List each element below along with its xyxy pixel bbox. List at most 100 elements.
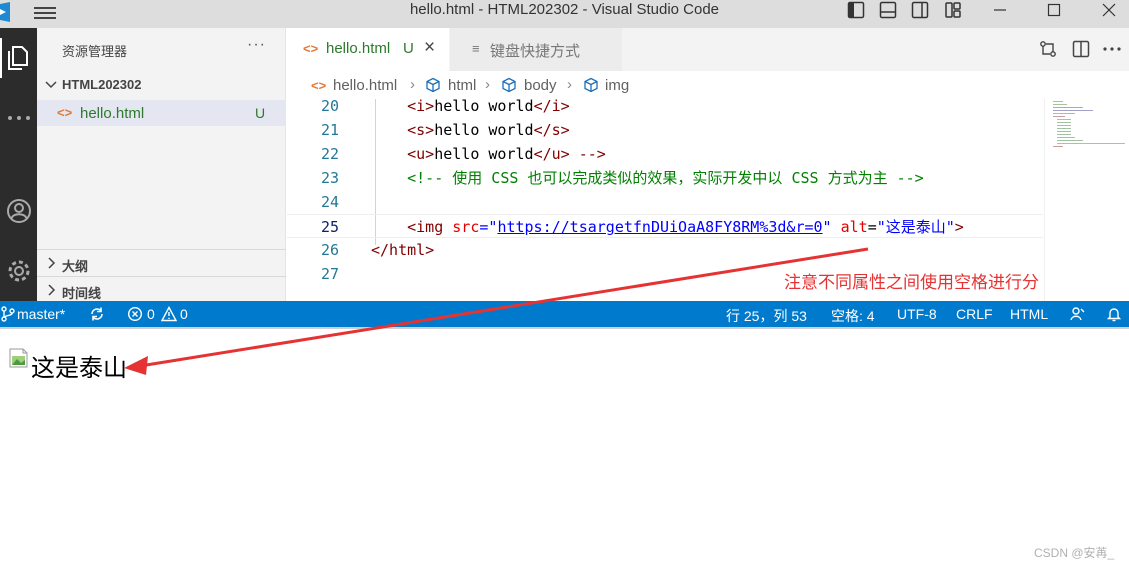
image-alt-text: 这是泰山 [31, 354, 127, 382]
toggle-panel-icon[interactable] [877, 0, 899, 20]
symbol-element-icon [426, 77, 440, 93]
error-count[interactable]: 0 [147, 306, 155, 322]
indentation[interactable]: 空格: 4 [831, 306, 875, 326]
symbol-element-icon [584, 77, 598, 93]
line-number: 21 [320, 121, 339, 139]
code-token-val: =" [479, 218, 498, 236]
chevron-right-icon [48, 284, 56, 296]
more-actions-icon[interactable] [1102, 39, 1122, 59]
code-token-text: hello world [434, 99, 534, 115]
breadcrumb-body[interactable]: body [524, 77, 557, 94]
symbol-element-icon [502, 77, 516, 93]
code-line[interactable]: 20 <i>hello world</i> [287, 99, 1043, 118]
error-icon [127, 306, 143, 322]
sync-icon[interactable] [89, 306, 105, 322]
code-token-text: hello world [434, 121, 534, 139]
tab-label: 键盘快捷方式 [490, 43, 581, 60]
breadcrumb-file[interactable]: hello.html [333, 77, 397, 94]
code-line[interactable]: 25 <img src="https://tsargetfnDUiOaA8FY8… [287, 214, 1043, 238]
close-tab-icon[interactable]: × [424, 37, 435, 59]
tab-label: hello.html [326, 40, 391, 57]
code-token-val: "这是泰山" [876, 218, 955, 236]
explorer-title: 资源管理器 [62, 44, 128, 59]
line-number: 23 [320, 169, 339, 187]
code-token-tag: </u> --> [533, 145, 606, 163]
code-token-attr: src [452, 218, 480, 236]
html-file-icon: <> [303, 41, 319, 56]
chevron-down-icon [45, 81, 57, 89]
section-outline[interactable]: 大纲 [37, 249, 286, 275]
line-number: 26 [320, 241, 339, 259]
close-window-icon[interactable] [1089, 0, 1129, 20]
toggle-secondary-sidebar-icon[interactable] [909, 0, 931, 20]
open-changes-icon[interactable] [1038, 39, 1058, 59]
warning-icon [161, 306, 177, 322]
toggle-primary-sidebar-icon[interactable] [845, 0, 867, 20]
explorer-header: 资源管理器 ··· [37, 28, 286, 70]
feedback-icon[interactable] [1069, 306, 1085, 322]
explorer-icon[interactable] [0, 38, 37, 78]
breadcrumb: <> hello.html › html › body › img [287, 71, 1129, 99]
breadcrumb-html[interactable]: html [448, 77, 476, 94]
code-token-link[interactable]: https://tsargetfnDUiOaA8FY8RM%3d&r=0 [497, 218, 822, 236]
code-token-attr: alt [840, 218, 868, 236]
keyboard-shortcuts-icon: ≡ [472, 41, 480, 56]
chevron-right-icon [48, 257, 56, 269]
code-text: <u>hello world</u> --> [371, 142, 606, 166]
code-token-text: hello world [434, 145, 534, 163]
line-number: 27 [320, 265, 339, 283]
minimize-icon[interactable] [980, 0, 1020, 20]
line-number: 24 [320, 193, 339, 211]
code-line[interactable]: 26 </html> [287, 238, 1043, 262]
code-token-tag: <img [407, 218, 453, 236]
code-line[interactable]: 23 <!-- 使用 CSS 也可以完成类似的效果，实际开发中以 CSS 方式为… [287, 166, 1043, 190]
section-outline-label: 大纲 [62, 259, 89, 274]
more-views-icon[interactable] [0, 98, 37, 138]
code-token-val: " [822, 218, 841, 236]
line-number: 22 [320, 145, 339, 163]
breadcrumb-separator-icon: › [485, 76, 490, 93]
code-token-punct: = [867, 218, 877, 236]
accounts-icon[interactable] [0, 191, 37, 231]
untracked-badge: U [403, 40, 414, 57]
notifications-bell-icon[interactable] [1106, 306, 1122, 322]
activity-bar [0, 28, 37, 301]
cursor-position[interactable]: 行 25，列 53 [726, 306, 807, 326]
editor-tab-bar: <> hello.html U × ≡ 键盘快捷方式 [287, 28, 1129, 71]
code-line[interactable]: 24 [287, 190, 1043, 214]
tab-hello-html[interactable]: <> hello.html U × [287, 28, 449, 71]
untracked-badge: U [255, 105, 266, 121]
code-token-tag: <s> [407, 121, 435, 139]
explorer-more-actions-icon[interactable]: ··· [247, 36, 266, 54]
breadcrumb-separator-icon: › [410, 76, 415, 93]
manage-gear-icon[interactable] [0, 251, 37, 291]
maximize-icon[interactable] [1034, 0, 1074, 20]
file-item-hello-html[interactable]: <> hello.html U [37, 100, 286, 126]
language-mode[interactable]: HTML [1010, 306, 1048, 322]
code-line[interactable]: 21 <s>hello world</s> [287, 118, 1043, 142]
code-token-tag: </s> [533, 121, 570, 139]
code-text: <!-- 使用 CSS 也可以完成类似的效果，实际开发中以 CSS 方式为主 -… [371, 166, 924, 190]
broken-image-icon [9, 348, 28, 368]
folder-html202302[interactable]: HTML202302 [37, 74, 286, 96]
section-timeline-label: 时间线 [62, 286, 102, 301]
customize-layout-icon[interactable] [942, 0, 964, 20]
warning-count[interactable]: 0 [180, 306, 188, 322]
split-editor-icon[interactable] [1071, 39, 1091, 59]
end-of-line[interactable]: CRLF [956, 306, 993, 322]
branch-name[interactable]: master* [17, 306, 65, 322]
section-timeline[interactable]: 时间线 [37, 276, 286, 302]
tab-keyboard-shortcuts[interactable]: ≡ 键盘快捷方式 [450, 28, 622, 71]
minimap[interactable] [1044, 99, 1129, 301]
code-text: <s>hello world</s> [371, 118, 570, 142]
code-line[interactable]: 22 <u>hello world</u> --> [287, 142, 1043, 166]
explorer-sidebar: 资源管理器 ··· HTML202302 <> hello.html U 大纲 … [37, 28, 286, 301]
folder-label: HTML202302 [62, 77, 142, 92]
encoding[interactable]: UTF-8 [897, 306, 937, 322]
code-token-comment: <!-- 使用 CSS 也可以完成类似的效果，实际开发中以 CSS 方式为主 -… [407, 169, 924, 187]
breadcrumb-img[interactable]: img [605, 77, 629, 94]
